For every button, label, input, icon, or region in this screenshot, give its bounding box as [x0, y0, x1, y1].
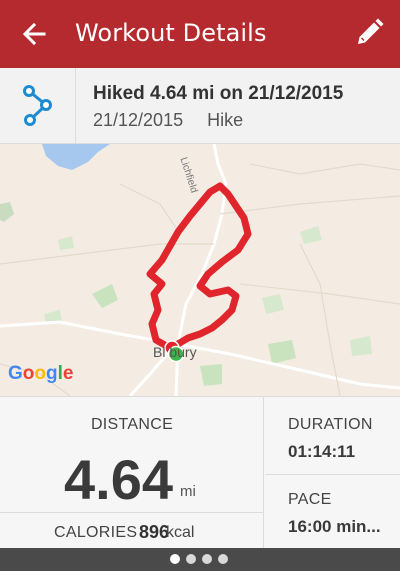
duration-label: DURATION: [288, 416, 373, 433]
page-dot-4[interactable]: [218, 554, 228, 564]
workout-summary: Hiked 4.64 mi on 21/12/2015 21/12/2015 Hi…: [0, 68, 400, 144]
workout-title: Hiked 4.64 mi on 21/12/2015: [93, 83, 344, 104]
workout-subtitle: 21/12/2015 Hike: [93, 110, 243, 131]
workout-type: Hike: [207, 110, 244, 130]
calories-value: 896: [139, 522, 170, 542]
distance-label: DISTANCE: [90, 416, 174, 433]
calories-unit: kcal: [166, 524, 195, 541]
page-dot-2[interactable]: [186, 554, 196, 564]
town-label: Bl bury: [153, 344, 197, 360]
google-logo: Google: [8, 363, 74, 384]
distance-panel: DISTANCE 4.64 mi CALORIES 896 kcal: [0, 397, 264, 549]
map-canvas: [0, 144, 400, 396]
page-title: Workout Details: [75, 19, 267, 47]
route-icon: [23, 85, 52, 126]
workout-date: 21/12/2015: [93, 110, 184, 130]
calories-label: CALORIES: [54, 524, 138, 541]
page-dot-1[interactable]: [170, 554, 180, 564]
pencil-icon: [358, 18, 384, 44]
duration-value: 01:14:11: [288, 442, 356, 461]
duration-panel: DURATION 01:14:11: [265, 397, 400, 475]
page-dots: [170, 554, 228, 564]
route-icon-container: [0, 68, 76, 144]
page-indicator-bar: [0, 548, 400, 571]
page-dot-3[interactable]: [202, 554, 212, 564]
pace-value: 16:00 min...: [288, 517, 381, 536]
pace-panel: PACE 16:00 min...: [265, 476, 400, 549]
edit-button[interactable]: [352, 16, 386, 50]
distance-value: 4.64: [64, 448, 173, 511]
route-map[interactable]: Lichfield Bl bury Google: [0, 144, 400, 396]
back-button[interactable]: [18, 18, 50, 50]
arrow-left-icon: [22, 22, 46, 46]
stats-panel: DISTANCE 4.64 mi CALORIES 896 kcal DURAT…: [0, 396, 400, 549]
calories-row: CALORIES 896 kcal: [0, 512, 264, 549]
app-bar: Workout Details: [0, 0, 400, 68]
distance-unit: mi: [180, 483, 196, 500]
pace-label: PACE: [288, 491, 332, 508]
